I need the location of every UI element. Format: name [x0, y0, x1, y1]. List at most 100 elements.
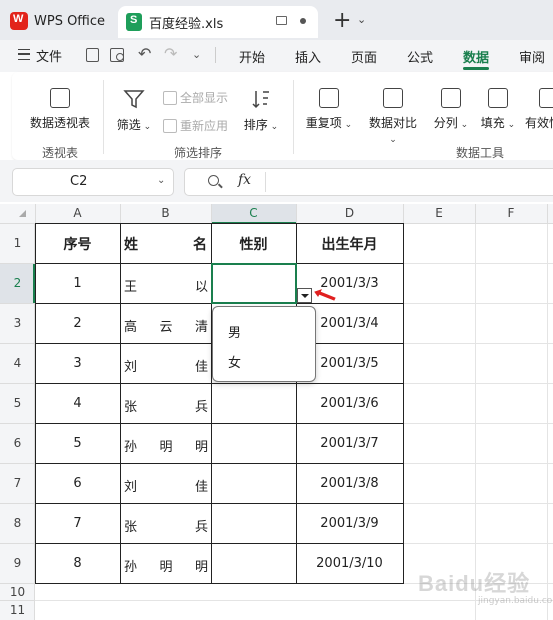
row-header-4[interactable]: 4 — [0, 356, 35, 370]
selected-cell-c2[interactable] — [211, 263, 297, 304]
split-column-button[interactable]: 分列 ⌄ — [433, 88, 469, 131]
pivot-table-label: 数据透视表 — [29, 116, 90, 130]
undo-icon[interactable]: ↶ — [138, 44, 151, 63]
name-char: 佳 — [194, 360, 208, 375]
quick-access-more-icon[interactable]: ⌄ — [192, 48, 201, 61]
pivot-table-icon — [50, 88, 70, 108]
monitor-icon[interactable] — [276, 16, 287, 25]
name-char: 孙 — [124, 440, 138, 455]
row-header-2[interactable]: 2 — [0, 276, 35, 290]
ribbon-divider — [103, 80, 104, 154]
menu-divider — [215, 47, 216, 63]
zoom-search-icon[interactable] — [208, 175, 219, 186]
cell-seq[interactable]: 8 — [35, 556, 120, 571]
reapply-icon — [163, 118, 177, 133]
filter-button[interactable]: 筛选 ⌄ — [114, 88, 154, 133]
row-header-9[interactable]: 9 — [0, 556, 35, 570]
cell-birth[interactable]: 2001/3/9 — [296, 516, 403, 531]
duplicates-button[interactable]: 重复项 ⌄ — [304, 88, 354, 131]
cell-name[interactable]: 张 兵 — [124, 516, 208, 535]
header-birth[interactable]: 出生年月 — [296, 234, 403, 254]
column-header-a[interactable]: A — [35, 206, 120, 220]
row-header-10[interactable]: 10 — [0, 585, 35, 599]
row-header-11[interactable]: 11 — [0, 603, 35, 617]
cell-seq[interactable]: 2 — [35, 316, 120, 331]
reapply-button[interactable]: 重新应用 — [163, 117, 228, 134]
table-border — [35, 463, 404, 464]
cell-name[interactable]: 刘 佳 — [124, 356, 208, 375]
cell-birth[interactable]: 2001/3/8 — [296, 476, 403, 491]
wps-home-tab[interactable]: WPS Office — [10, 8, 105, 34]
dropdown-option-female[interactable]: 女 — [228, 352, 241, 371]
row-header-8[interactable]: 8 — [0, 516, 35, 530]
header-seq[interactable]: 序号 — [35, 234, 120, 254]
cell-seq[interactable]: 4 — [35, 396, 120, 411]
spreadsheet-icon — [126, 13, 142, 31]
cell-seq[interactable]: 5 — [35, 436, 120, 451]
hamburger-menu-icon[interactable] — [18, 49, 30, 60]
redo-icon[interactable]: ↷ — [164, 44, 177, 63]
show-all-icon — [163, 90, 177, 105]
show-all-button[interactable]: 全部显示 — [163, 89, 228, 106]
dropdown-arrow-icon[interactable] — [297, 288, 312, 303]
tab-review[interactable]: 审阅 — [519, 47, 545, 66]
fill-button[interactable]: 填充 ⌄ — [480, 88, 516, 131]
pivot-table-button[interactable]: 数据透视表 — [28, 88, 92, 131]
column-header-c[interactable]: C — [211, 206, 296, 220]
header-gender[interactable]: 性别 — [211, 234, 296, 254]
row-header-3[interactable]: 3 — [0, 316, 35, 330]
name-box[interactable] — [12, 168, 174, 196]
tab-insert[interactable]: 插入 — [295, 47, 321, 66]
column-header-e[interactable]: E — [403, 206, 475, 220]
unsaved-dot-icon[interactable] — [300, 18, 306, 24]
name-char: 明 — [159, 560, 173, 575]
fx-function-icon[interactable]: fx — [238, 172, 251, 188]
menu-file[interactable]: 文件 — [36, 46, 62, 65]
validation-label: 有效性 — [525, 116, 553, 130]
tab-page[interactable]: 页面 — [351, 47, 377, 66]
tab-formula[interactable]: 公式 — [407, 47, 433, 66]
gridline — [547, 224, 548, 620]
cell-name[interactable]: 孙 明 明 — [124, 436, 208, 455]
table-border — [35, 503, 404, 504]
select-all-corner-icon[interactable] — [19, 210, 26, 217]
print-preview-icon[interactable] — [110, 48, 124, 62]
data-compare-button[interactable]: 数据对比 ⌄ — [364, 88, 422, 145]
sort-button[interactable]: 排序 ⌄ — [241, 88, 281, 133]
row-header-5[interactable]: 5 — [0, 396, 35, 410]
tab-home[interactable]: 开始 — [239, 47, 265, 66]
cell-birth[interactable]: 2001/3/10 — [296, 556, 403, 571]
row-divider — [0, 503, 35, 504]
table-border — [35, 423, 404, 424]
cell-name[interactable]: 刘 佳 — [124, 476, 208, 495]
row-header-1[interactable]: 1 — [0, 236, 35, 250]
column-header-f[interactable]: F — [475, 206, 547, 220]
cell-name[interactable]: 高 云 清 — [124, 316, 208, 335]
header-given-name[interactable]: 名 — [193, 234, 207, 254]
cell-name[interactable]: 张 兵 — [124, 396, 208, 415]
cell-name[interactable]: 孙 明 明 — [124, 556, 208, 575]
cell-birth[interactable]: 2001/3/7 — [296, 436, 403, 451]
cell-seq[interactable]: 7 — [35, 516, 120, 531]
cell-name[interactable]: 王 以 — [124, 276, 208, 295]
validation-button[interactable]: 有效性 — [525, 88, 553, 131]
row-header-7[interactable]: 7 — [0, 476, 35, 490]
new-tab-plus-icon[interactable]: + — [333, 8, 351, 33]
cell-seq[interactable]: 3 — [35, 356, 120, 371]
column-header-d[interactable]: D — [296, 206, 403, 220]
row-divider — [0, 343, 35, 344]
cell-seq[interactable]: 1 — [35, 276, 120, 291]
column-header-b[interactable]: B — [120, 206, 211, 220]
tab-data[interactable]: 数据 — [463, 47, 489, 66]
header-surname[interactable]: 姓 — [124, 234, 138, 254]
row-header-6[interactable]: 6 — [0, 436, 35, 450]
table-border — [403, 223, 404, 584]
cell-birth[interactable]: 2001/3/6 — [296, 396, 403, 411]
document-tab[interactable]: 百度经验.xls — [118, 6, 318, 38]
cell-seq[interactable]: 6 — [35, 476, 120, 491]
name-char: 以 — [194, 280, 208, 295]
dropdown-option-male[interactable]: 男 — [228, 322, 241, 341]
chevron-down-icon[interactable]: ⌄ — [357, 13, 366, 26]
save-icon[interactable] — [86, 48, 99, 62]
chevron-down-icon[interactable]: ⌄ — [157, 175, 165, 186]
